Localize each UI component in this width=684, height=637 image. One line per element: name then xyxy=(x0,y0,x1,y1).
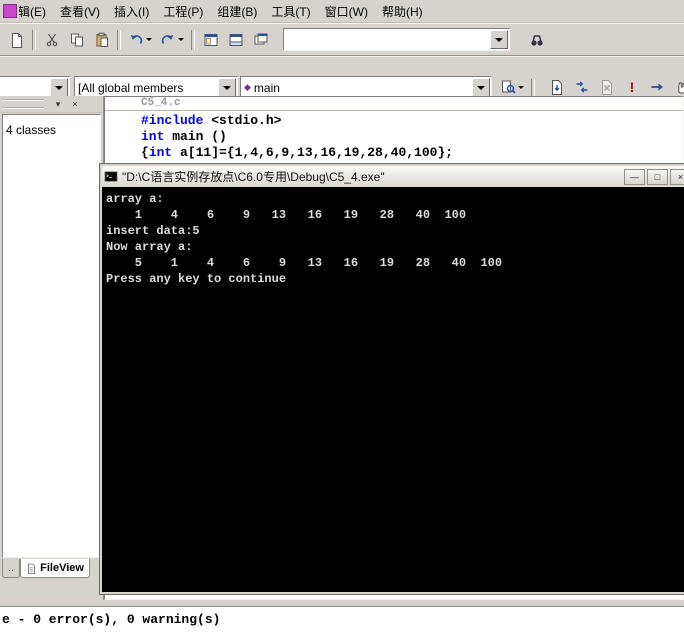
menu-item[interactable]: 帮助(H) xyxy=(375,1,430,22)
members-combo-dropdown-button[interactable] xyxy=(218,78,236,97)
editor-caption: C5_4.c xyxy=(105,97,683,111)
workspace-window-icon[interactable] xyxy=(198,28,223,52)
toolbar-separator xyxy=(191,30,195,50)
toolbar-separator xyxy=(32,30,36,50)
tab-classview[interactable]: .. xyxy=(2,559,20,578)
find-in-files-icon[interactable] xyxy=(524,28,549,52)
undo-icon[interactable] xyxy=(124,28,156,52)
menu-item[interactable]: 工程(P) xyxy=(156,1,210,22)
console-title: "D:\C语言实例存放点\C6.0专用\Debug\C5_4.exe" xyxy=(122,168,684,185)
close-pane-button[interactable]: × xyxy=(67,97,83,111)
menu-item[interactable]: 工具(T) xyxy=(264,1,317,22)
workspace-grip-bar: ▾× xyxy=(0,96,103,113)
copy-icon[interactable] xyxy=(64,28,89,52)
dropdown-caret-icon[interactable] xyxy=(518,86,524,89)
console-line: Now array a: xyxy=(106,239,684,255)
pane-gripper[interactable] xyxy=(2,99,44,109)
function-combo-value[interactable]: ◆main xyxy=(241,81,471,95)
function-diamond-icon: ◆ xyxy=(244,83,251,92)
build-output-area[interactable]: e - 0 error(s), 0 warning(s) xyxy=(0,606,684,637)
redo-icon[interactable] xyxy=(156,28,188,52)
svg-text:!: ! xyxy=(629,79,634,95)
paste-icon[interactable] xyxy=(89,28,114,52)
tab-fileview[interactable]: FileView xyxy=(20,559,90,578)
dropdown-caret-icon[interactable] xyxy=(178,38,184,41)
workspace-tabs: .. FileView xyxy=(0,559,103,578)
find-combo-dropdown-button[interactable] xyxy=(490,30,508,49)
code-line: #include <stdio.h> xyxy=(141,113,683,129)
find-combo[interactable] xyxy=(283,28,510,51)
toolbar-separator xyxy=(117,30,121,50)
class-combo-dropdown-button[interactable] xyxy=(50,78,68,97)
windows-cascade-icon[interactable] xyxy=(248,28,273,52)
document-icon xyxy=(3,4,17,18)
console-line: Press any key to continue xyxy=(106,271,684,287)
menu-item[interactable]: 查看(V) xyxy=(53,1,107,22)
console-text: array a: 1 4 6 9 13 16 19 28 40 100inser… xyxy=(106,191,684,287)
tab-label: .. xyxy=(8,562,14,574)
pane-menu-button[interactable]: ▾ xyxy=(50,97,66,111)
menu-items: 辑(E)查看(V)插入(I)工程(P)组建(B)工具(T)窗口(W)帮助(H) xyxy=(19,1,430,22)
maximize-button[interactable]: □ xyxy=(647,169,668,185)
output-window-icon[interactable] xyxy=(223,28,248,52)
tree-root-label[interactable]: 4 classes xyxy=(6,123,56,137)
members-combo-value[interactable]: [All global members xyxy=(75,81,217,95)
class-tree[interactable]: 4 classes xyxy=(2,114,101,558)
tab-label: FileView xyxy=(40,562,84,574)
build-output-pane: e - 0 error(s), 0 warning(s) xyxy=(0,600,684,637)
console-line: insert data:5 xyxy=(106,223,684,239)
code-line: int main () xyxy=(141,129,683,145)
console-line: array a: xyxy=(106,191,684,207)
menu-item[interactable]: 插入(I) xyxy=(107,1,156,22)
menu-item[interactable]: 组建(B) xyxy=(210,1,264,22)
console-output[interactable]: array a: 1 4 6 9 13 16 19 28 40 100inser… xyxy=(102,187,684,592)
code-line: {int a[11]={1,4,6,9,13,16,19,28,40,100}; xyxy=(141,145,683,161)
workspace-pane: ▾× 4 classes .. FileView xyxy=(0,96,104,600)
standard-toolbar xyxy=(0,23,684,56)
console-window-buttons: —□× xyxy=(624,169,684,185)
minimize-button[interactable]: — xyxy=(624,169,645,185)
menu-bar: 辑(E)查看(V)插入(I)工程(P)组建(B)工具(T)窗口(W)帮助(H) xyxy=(0,0,684,23)
build-status-text: e - 0 error(s), 0 warning(s) xyxy=(2,612,682,627)
menu-item[interactable]: 窗口(W) xyxy=(318,1,375,22)
code-area[interactable]: #include <stdio.h>int main (){int a[11]=… xyxy=(105,111,683,161)
cut-icon[interactable] xyxy=(39,28,64,52)
console-icon xyxy=(104,170,118,184)
vc6-ide-window: 辑(E)查看(V)插入(I)工程(P)组建(B)工具(T)窗口(W)帮助(H) … xyxy=(0,0,684,105)
new-document-icon[interactable] xyxy=(4,28,29,52)
file-icon xyxy=(26,563,37,574)
menu-item[interactable]: 辑(E) xyxy=(19,1,53,22)
close-button[interactable]: × xyxy=(670,169,684,185)
workspace-strip-buttons: ▾× xyxy=(50,97,83,111)
console-window[interactable]: "D:\C语言实例存放点\C6.0专用\Debug\C5_4.exe" —□× … xyxy=(99,163,684,595)
dropdown-caret-icon[interactable] xyxy=(146,38,152,41)
console-line: 1 4 6 9 13 16 19 28 40 100 xyxy=(106,207,684,223)
function-combo-dropdown-button[interactable] xyxy=(472,78,490,97)
console-line: 5 1 4 6 9 13 16 19 28 40 100 xyxy=(106,255,684,271)
console-title-bar[interactable]: "D:\C语言实例存放点\C6.0专用\Debug\C5_4.exe" —□× xyxy=(102,166,684,188)
